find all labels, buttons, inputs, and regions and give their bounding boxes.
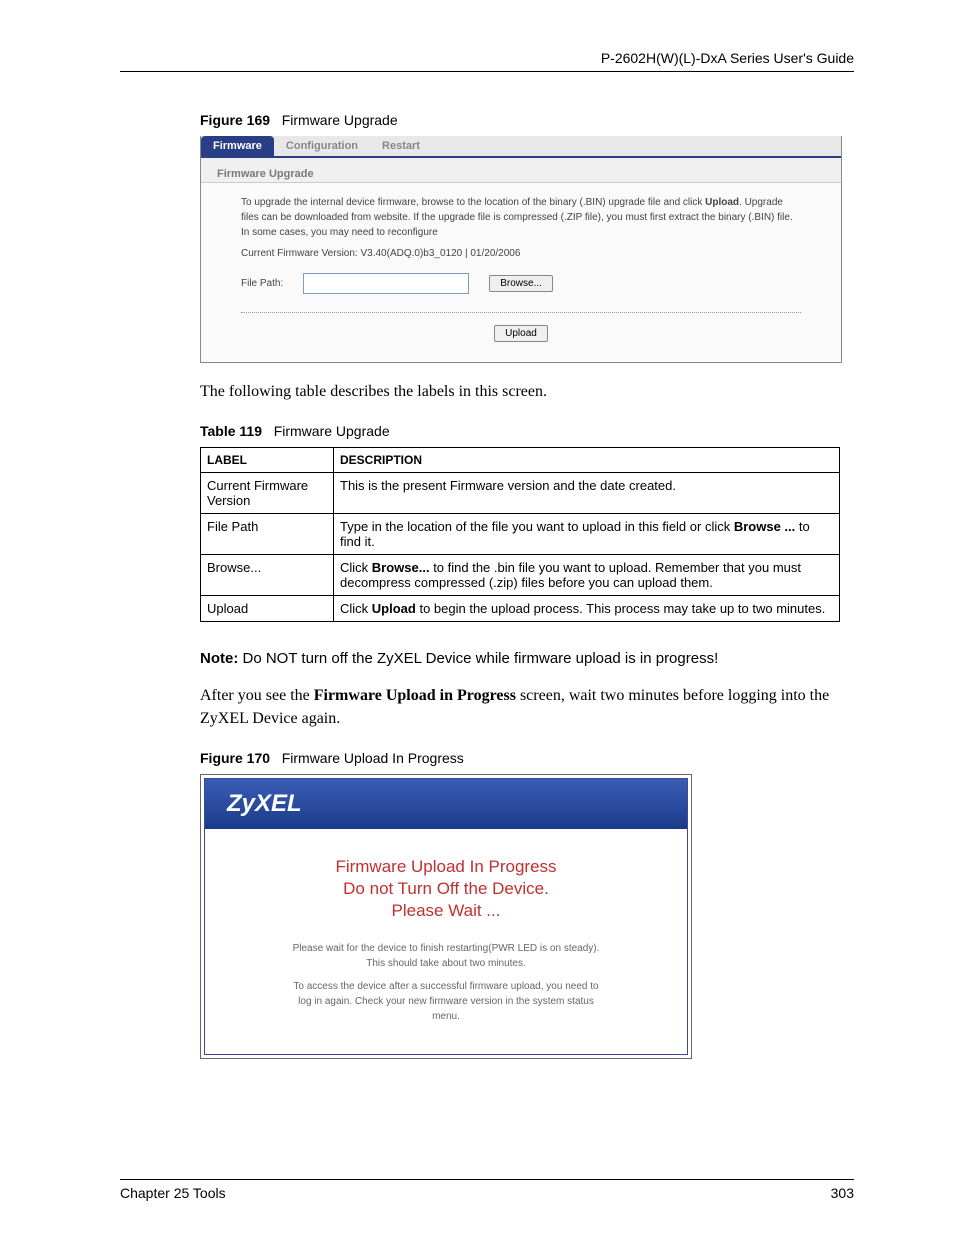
figure-169-caption: Figure 169 Firmware Upgrade — [200, 112, 854, 128]
file-path-input[interactable] — [303, 273, 469, 294]
separator — [241, 312, 801, 313]
progress-warning: Do not Turn Off the Device. — [235, 879, 657, 899]
figure-170-caption: Figure 170 Firmware Upload In Progress — [200, 750, 854, 766]
tab-restart[interactable]: Restart — [370, 136, 432, 156]
browse-button[interactable]: Browse... — [489, 275, 553, 292]
section-title: Firmware Upgrade — [201, 158, 841, 183]
zyxel-logo: ZyXEL — [227, 790, 302, 818]
figure-169-number: Figure 169 — [200, 112, 270, 128]
current-firmware-version: Current Firmware Version: V3.40(ADQ.0)b3… — [201, 240, 841, 267]
progress-msg-1: Please wait for the device to finish res… — [291, 941, 601, 971]
table-head-label: LABEL — [201, 448, 334, 473]
progress-msg-2: To access the device after a successful … — [291, 979, 601, 1024]
table-row: Current Firmware Version This is the pre… — [201, 473, 840, 514]
footer-page-number: 303 — [831, 1185, 854, 1201]
table-row: File Path Type in the location of the fi… — [201, 514, 840, 555]
figure-170-title: Firmware Upload In Progress — [282, 750, 464, 766]
table-row: Upload Click Upload to begin the upload … — [201, 596, 840, 622]
upload-progress-panel: ZyXEL Firmware Upload In Progress Do not… — [200, 774, 692, 1059]
table-intro-text: The following table describes the labels… — [200, 381, 854, 403]
table-head-description: DESCRIPTION — [334, 448, 840, 473]
table-119-caption: Table 119 Firmware Upgrade — [200, 423, 854, 439]
table-119-number: Table 119 — [200, 423, 262, 439]
note-text: Note: Do NOT turn off the ZyXEL Device w… — [200, 650, 854, 667]
upload-button[interactable]: Upload — [494, 325, 548, 342]
page-header: P-2602H(W)(L)-DxA Series User's Guide — [120, 50, 854, 72]
zyxel-header: ZyXEL — [205, 779, 687, 829]
table-119-title: Firmware Upgrade — [274, 423, 390, 439]
tab-bar: Firmware Configuration Restart — [201, 136, 841, 158]
firmware-upgrade-panel: Firmware Configuration Restart Firmware … — [200, 136, 842, 363]
footer-chapter: Chapter 25 Tools — [120, 1185, 226, 1201]
figure-169-title: Firmware Upgrade — [282, 112, 398, 128]
upgrade-instructions: To upgrade the internal device firmware,… — [201, 195, 841, 240]
tab-firmware[interactable]: Firmware — [201, 136, 274, 156]
table-119: LABEL DESCRIPTION Current Firmware Versi… — [200, 447, 840, 622]
progress-heading: Firmware Upload In Progress — [235, 857, 657, 877]
after-note-text: After you see the Firmware Upload in Pro… — [200, 685, 854, 730]
page-footer: Chapter 25 Tools 303 — [120, 1179, 854, 1201]
file-path-label: File Path: — [241, 278, 283, 289]
tab-configuration[interactable]: Configuration — [274, 136, 370, 156]
progress-wait: Please Wait ... — [235, 901, 657, 921]
table-row: Browse... Click Browse... to find the .b… — [201, 555, 840, 596]
figure-170-number: Figure 170 — [200, 750, 270, 766]
